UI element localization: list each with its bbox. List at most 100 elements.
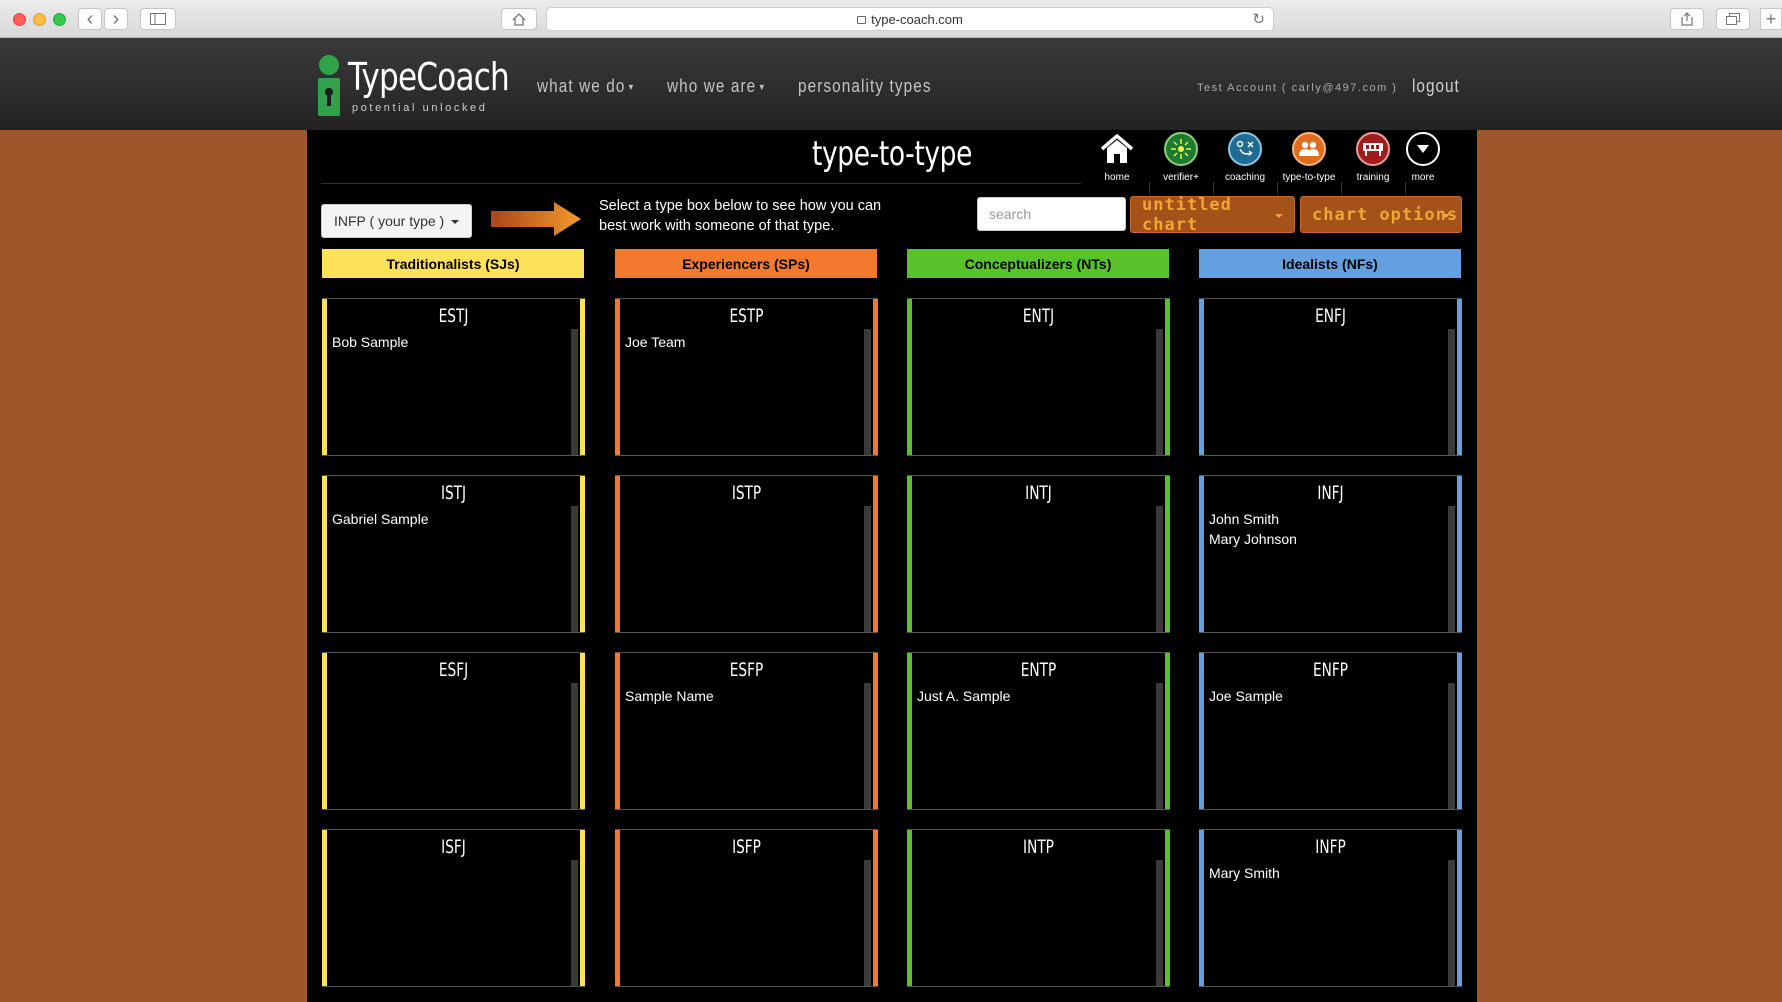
type-box-entj[interactable]: ENTJ xyxy=(907,298,1170,456)
logout-link[interactable]: logout xyxy=(1412,76,1460,97)
scrollbar[interactable] xyxy=(571,683,578,809)
box-accent-bar xyxy=(322,476,327,632)
column-header-idealists: Idealists (NFs) xyxy=(1199,249,1461,278)
type-code: INTJ xyxy=(1025,482,1052,504)
scrollbar[interactable] xyxy=(1448,860,1455,986)
url-text: type-coach.com xyxy=(871,11,963,27)
close-window-button[interactable] xyxy=(13,13,26,26)
chart-options-dropdown[interactable]: chart options xyxy=(1300,196,1462,233)
member-name[interactable]: Sample Name xyxy=(625,686,714,706)
type-box-intj[interactable]: INTJ xyxy=(907,475,1170,633)
member-list: Joe Team xyxy=(625,332,685,352)
column-header-conceptualizers: Conceptualizers (NTs) xyxy=(907,249,1169,278)
nav-personality-types[interactable]: personality types xyxy=(798,76,932,97)
home-button[interactable] xyxy=(501,8,537,30)
home-icon xyxy=(1100,132,1134,166)
tool-home[interactable]: home xyxy=(1086,132,1148,188)
type-code: INTP xyxy=(1023,836,1054,858)
new-tab-button[interactable]: + xyxy=(1760,8,1782,30)
member-name[interactable]: John Smith xyxy=(1209,509,1297,529)
share-button[interactable] xyxy=(1670,8,1704,30)
type-box-intp[interactable]: INTP xyxy=(907,829,1170,987)
member-name[interactable]: Joe Team xyxy=(625,332,685,352)
scrollbar[interactable] xyxy=(571,506,578,632)
box-accent-bar xyxy=(615,476,620,632)
verifier-icon xyxy=(1164,132,1198,166)
minimize-window-button[interactable] xyxy=(33,13,46,26)
zoom-window-button[interactable] xyxy=(53,13,66,26)
chevron-down-circle-icon xyxy=(1406,132,1440,166)
type-box-istj[interactable]: ISTJ Gabriel Sample xyxy=(322,475,585,633)
type-code: ISFP xyxy=(732,836,761,858)
scrollbar[interactable] xyxy=(571,329,578,455)
scrollbar[interactable] xyxy=(1448,683,1455,809)
reload-icon[interactable]: ↻ xyxy=(1252,10,1265,28)
tool-more-label: more xyxy=(1411,172,1435,183)
member-name[interactable]: Mary Johnson xyxy=(1209,529,1297,549)
sidebar-toggle-button[interactable] xyxy=(140,8,176,30)
tool-more[interactable]: more xyxy=(1392,132,1454,188)
type-box-estj[interactable]: ESTJ Bob Sample xyxy=(322,298,585,456)
type-box-isfj[interactable]: ISFJ xyxy=(322,829,585,987)
tool-coaching[interactable]: coaching xyxy=(1214,132,1276,188)
type-box-infj[interactable]: INFJ John Smith Mary Johnson xyxy=(1199,475,1462,633)
member-name[interactable]: Joe Sample xyxy=(1209,686,1283,706)
scrollbar[interactable] xyxy=(864,329,871,455)
address-bar[interactable]: type-coach.com ↻ xyxy=(546,7,1274,31)
type-box-isfp[interactable]: ISFP xyxy=(615,829,878,987)
member-name[interactable]: Mary Smith xyxy=(1209,863,1280,883)
type-box-estp[interactable]: ESTP Joe Team xyxy=(615,298,878,456)
scrollbar[interactable] xyxy=(1448,506,1455,632)
chevron-right-icon: › xyxy=(112,7,120,30)
scrollbar[interactable] xyxy=(1448,329,1455,455)
scrollbar[interactable] xyxy=(1156,329,1163,455)
scrollbar[interactable] xyxy=(864,506,871,632)
scrollbar[interactable] xyxy=(1156,860,1163,986)
member-name[interactable]: Just A. Sample xyxy=(917,686,1010,706)
type-box-infp[interactable]: INFP Mary Smith xyxy=(1199,829,1462,987)
scrollbar[interactable] xyxy=(571,860,578,986)
tool-verifier[interactable]: verifier+ xyxy=(1150,132,1212,188)
nav-what-we-do[interactable]: what we do ▼ xyxy=(537,76,636,97)
scrollbar[interactable] xyxy=(1156,683,1163,809)
forward-button[interactable]: › xyxy=(104,8,128,30)
type-code: ENTP xyxy=(1020,659,1057,681)
search-input[interactable] xyxy=(977,197,1126,231)
chart-name-dropdown[interactable]: untitled chart xyxy=(1130,195,1295,235)
type-code: INFJ xyxy=(1317,482,1344,504)
box-accent-bar xyxy=(615,830,620,986)
box-accent-bar xyxy=(907,476,912,632)
nav-who-we-are[interactable]: who we are ▼ xyxy=(667,76,767,97)
box-accent-bar xyxy=(1457,653,1462,809)
type-box-esfj[interactable]: ESFJ xyxy=(322,652,585,810)
member-list: John Smith Mary Johnson xyxy=(1209,509,1297,549)
back-button[interactable]: ‹ xyxy=(78,8,102,30)
type-box-enfp[interactable]: ENFP Joe Sample xyxy=(1199,652,1462,810)
type-box-enfj[interactable]: ENFJ xyxy=(1199,298,1462,456)
box-accent-bar xyxy=(1457,476,1462,632)
type-box-istp[interactable]: ISTP xyxy=(615,475,878,633)
box-accent-bar xyxy=(1165,830,1170,986)
member-list: Mary Smith xyxy=(1209,863,1280,883)
box-accent-bar xyxy=(907,299,912,455)
column-header-experiencers: Experiencers (SPs) xyxy=(615,249,877,278)
type-box-esfp[interactable]: ESFP Sample Name xyxy=(615,652,878,810)
tool-type-to-type[interactable]: type-to-type xyxy=(1278,132,1340,188)
scrollbar[interactable] xyxy=(1156,506,1163,632)
your-type-select[interactable]: INFP ( your type ) xyxy=(321,204,472,238)
scrollbar[interactable] xyxy=(864,683,871,809)
caret-down-icon: ▼ xyxy=(758,82,767,92)
your-type-select-value: INFP ( your type ) xyxy=(334,213,445,229)
browser-toolbar: ‹ › type-coach.com ↻ + xyxy=(0,0,1782,38)
tabs-overview-button[interactable] xyxy=(1716,8,1750,30)
scrollbar[interactable] xyxy=(864,860,871,986)
member-name[interactable]: Bob Sample xyxy=(332,332,408,352)
member-name[interactable]: Gabriel Sample xyxy=(332,509,429,529)
chart-options-label: chart options xyxy=(1312,204,1459,225)
lock-icon xyxy=(857,16,867,24)
box-accent-bar xyxy=(1199,299,1204,455)
logo-text[interactable]: TypeCoach xyxy=(348,55,510,99)
type-box-entp[interactable]: ENTP Just A. Sample xyxy=(907,652,1170,810)
box-accent-bar xyxy=(580,830,585,986)
column-header-traditionalists: Traditionalists (SJs) xyxy=(322,249,584,278)
